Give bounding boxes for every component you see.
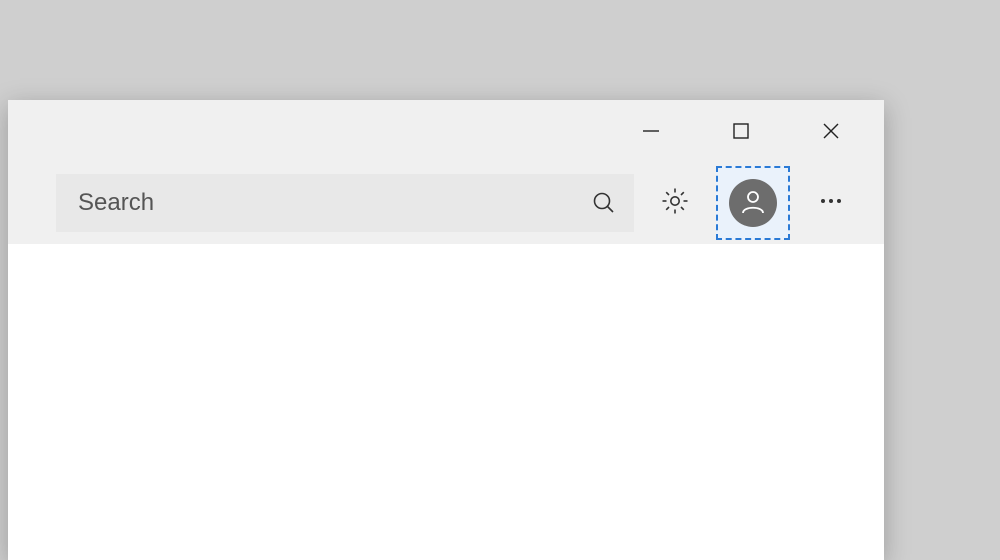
person-icon	[738, 186, 768, 221]
maximize-icon	[731, 121, 751, 141]
toolbar	[8, 162, 884, 244]
search-input[interactable]	[78, 189, 588, 217]
titlebar	[8, 100, 884, 162]
search-icon	[588, 187, 620, 219]
close-icon	[821, 121, 841, 141]
app-window	[8, 100, 884, 560]
more-button[interactable]	[802, 174, 860, 232]
minimize-icon	[641, 121, 661, 141]
gear-icon	[660, 186, 690, 221]
more-icon	[817, 187, 845, 220]
account-button[interactable]	[729, 179, 777, 227]
content-area	[8, 244, 884, 560]
account-button-highlight	[716, 166, 790, 240]
minimize-button[interactable]	[606, 100, 696, 162]
search-box[interactable]	[56, 174, 634, 232]
close-button[interactable]	[786, 100, 876, 162]
maximize-button[interactable]	[696, 100, 786, 162]
settings-button[interactable]	[646, 174, 704, 232]
avatar	[729, 179, 777, 227]
